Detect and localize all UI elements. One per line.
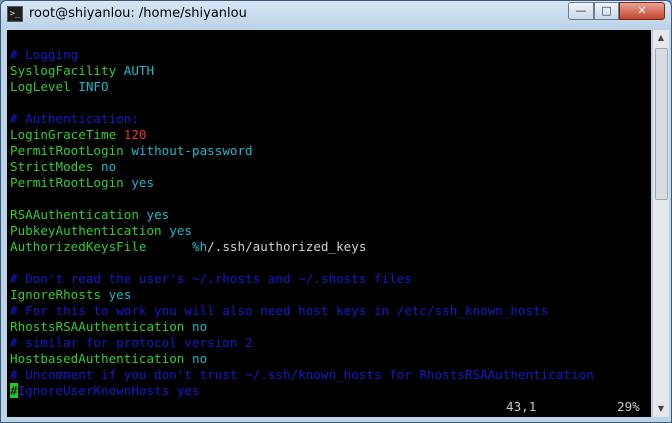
config-value: yes (108, 287, 132, 302)
config-value: without-password (131, 143, 253, 158)
config-key: IgnoreUserKnownHosts yes (17, 383, 200, 398)
config-key: SyslogFacility (10, 63, 117, 78)
terminal-line: # Authentication: (10, 111, 139, 127)
terminal-line: # similar for protocol version 2 (10, 335, 253, 351)
terminal-line: PermitRootLogin without-password (10, 143, 253, 159)
terminal-line: RhostsRSAAuthentication no (10, 319, 207, 335)
minimize-button[interactable]: — (568, 2, 594, 20)
maximize-button[interactable]: □ (594, 2, 619, 20)
config-key: PermitRootLogin (10, 175, 124, 190)
config-key: HostbasedAuthentication (10, 351, 185, 366)
config-value: /.ssh/authorized_keys (207, 239, 367, 254)
config-key: # Don't read the user's ~/.rhosts and ~/… (10, 271, 412, 286)
config-key: PubkeyAuthentication (10, 223, 162, 238)
terminal-line: # For this to work you will also need ho… (10, 303, 548, 319)
config-value: AUTH (123, 63, 155, 78)
terminal-line: AuthorizedKeysFile %h/.ssh/authorized_ke… (10, 239, 366, 255)
terminal-line: LogLevel INFO (10, 79, 109, 95)
config-key: # Authentication: (10, 111, 139, 126)
terminal-line: StrictModes no (10, 159, 116, 175)
title-bar[interactable]: >_ root@shiyanlou: /home/shiyanlou — □ ✕ (1, 1, 671, 29)
scroll-up-arrow-icon[interactable]: ▲ (653, 30, 669, 46)
config-value-token: %h (192, 239, 208, 254)
terminal-line: PermitRootLogin yes (10, 175, 154, 191)
terminal-content[interactable]: 43,1 29% # Logging SyslogFacility AUTH Log… (7, 30, 651, 417)
config-value: no (191, 351, 208, 366)
terminal-line: HostbasedAuthentication no (10, 351, 207, 367)
config-key: PermitRootLogin (10, 143, 124, 158)
config-key: # similar for protocol version 2 (10, 335, 253, 350)
config-value: yes (131, 175, 155, 190)
config-key: # Uncomment if you don't trust ~/.ssh/kn… (10, 367, 594, 382)
terminal-window: >_ root@shiyanlou: /home/shiyanlou — □ ✕… (0, 0, 672, 423)
terminal-line: PubkeyAuthentication yes (10, 223, 192, 239)
config-key: LoginGraceTime (10, 127, 117, 142)
config-key: AuthorizedKeysFile (10, 239, 147, 254)
config-key: RhostsRSAAuthentication (10, 319, 185, 334)
terminal-line: RSAAuthentication yes (10, 207, 169, 223)
config-key: # For this to work you will also need ho… (10, 303, 549, 318)
text-cursor: # (10, 383, 18, 398)
cursor-position-status: 43,1 (506, 399, 537, 414)
config-value: no (101, 159, 117, 174)
config-key: RSAAuthentication (10, 207, 139, 222)
terminal-line: SyslogFacility AUTH (10, 63, 154, 79)
config-value: yes (169, 223, 192, 238)
config-value: 120 (123, 127, 147, 142)
config-key: LogLevel (10, 79, 71, 94)
config-key: IgnoreRhosts (10, 287, 101, 302)
vertical-scrollbar[interactable]: ▲ ▼ (652, 30, 669, 417)
close-button[interactable]: ✕ (619, 2, 665, 20)
scroll-thumb[interactable] (655, 48, 668, 200)
terminal-line: IgnoreRhosts yes (10, 287, 131, 303)
terminal-line: # Uncomment if you don't trust ~/.ssh/kn… (10, 367, 594, 383)
terminal-line: LoginGraceTime 120 (10, 127, 147, 143)
terminal-line: #IgnoreUserKnownHosts yes (10, 383, 200, 399)
config-value: no (191, 319, 208, 334)
terminal-line: # Logging (10, 47, 78, 63)
config-key: StrictModes (10, 159, 94, 174)
config-key: # Logging (10, 47, 79, 62)
scroll-down-arrow-icon[interactable]: ▼ (653, 401, 669, 417)
window-title: root@shiyanlou: /home/shiyanlou (29, 6, 247, 21)
terminal-app-icon: >_ (7, 6, 23, 22)
config-value: INFO (78, 79, 109, 94)
file-percent-status: 29% (617, 399, 640, 414)
config-value: yes (146, 207, 170, 222)
terminal-line: # Don't read the user's ~/.rhosts and ~/… (10, 271, 412, 287)
